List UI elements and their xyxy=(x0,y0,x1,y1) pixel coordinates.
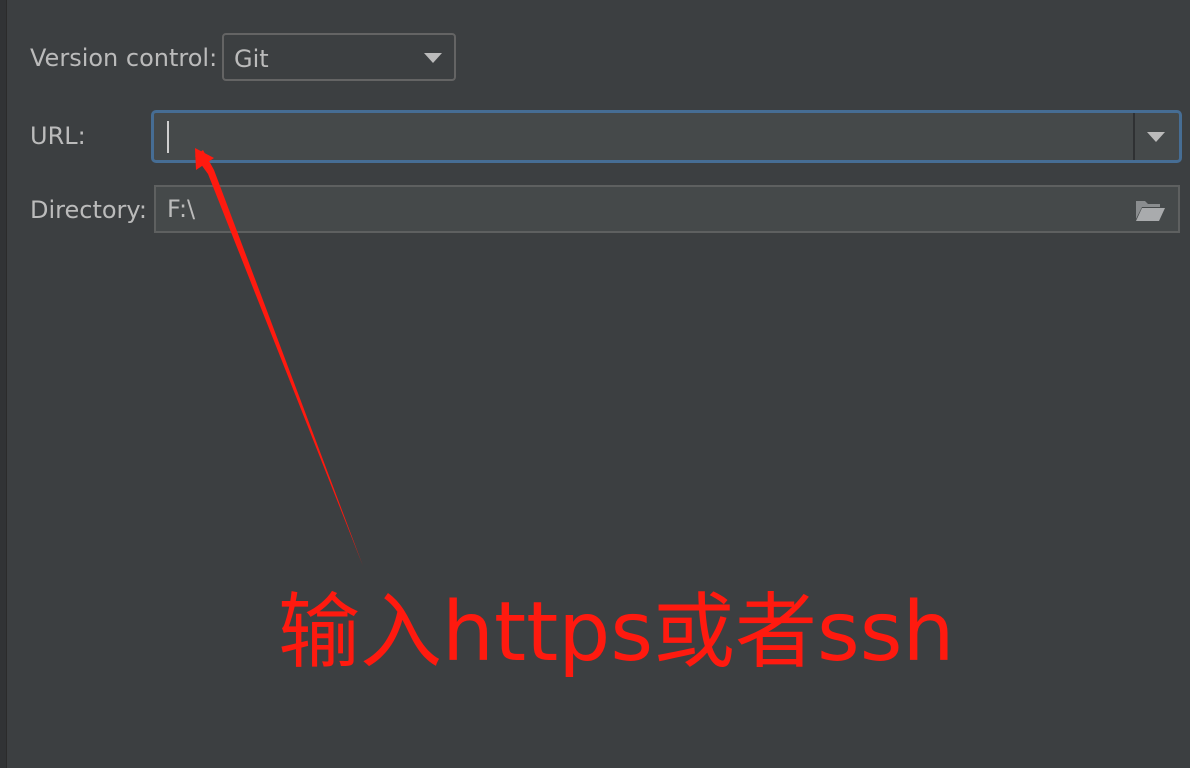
version-control-dropdown[interactable]: Git xyxy=(222,33,456,81)
directory-input[interactable]: F:\ xyxy=(154,185,1180,233)
left-panel-edge xyxy=(0,0,7,768)
directory-value: F:\ xyxy=(167,195,196,223)
url-history-dropdown-button[interactable] xyxy=(1133,113,1179,160)
chevron-down-icon xyxy=(1147,132,1165,142)
annotation-text: 输入https或者ssh xyxy=(278,585,955,680)
version-control-label: Version control: xyxy=(30,44,218,72)
folder-open-icon[interactable] xyxy=(1134,197,1166,223)
url-label: URL: xyxy=(30,122,86,150)
version-control-value: Git xyxy=(234,45,269,73)
text-caret xyxy=(167,121,169,153)
directory-label: Directory: xyxy=(30,196,147,224)
url-input[interactable] xyxy=(151,110,1182,163)
chevron-down-icon xyxy=(424,53,442,63)
